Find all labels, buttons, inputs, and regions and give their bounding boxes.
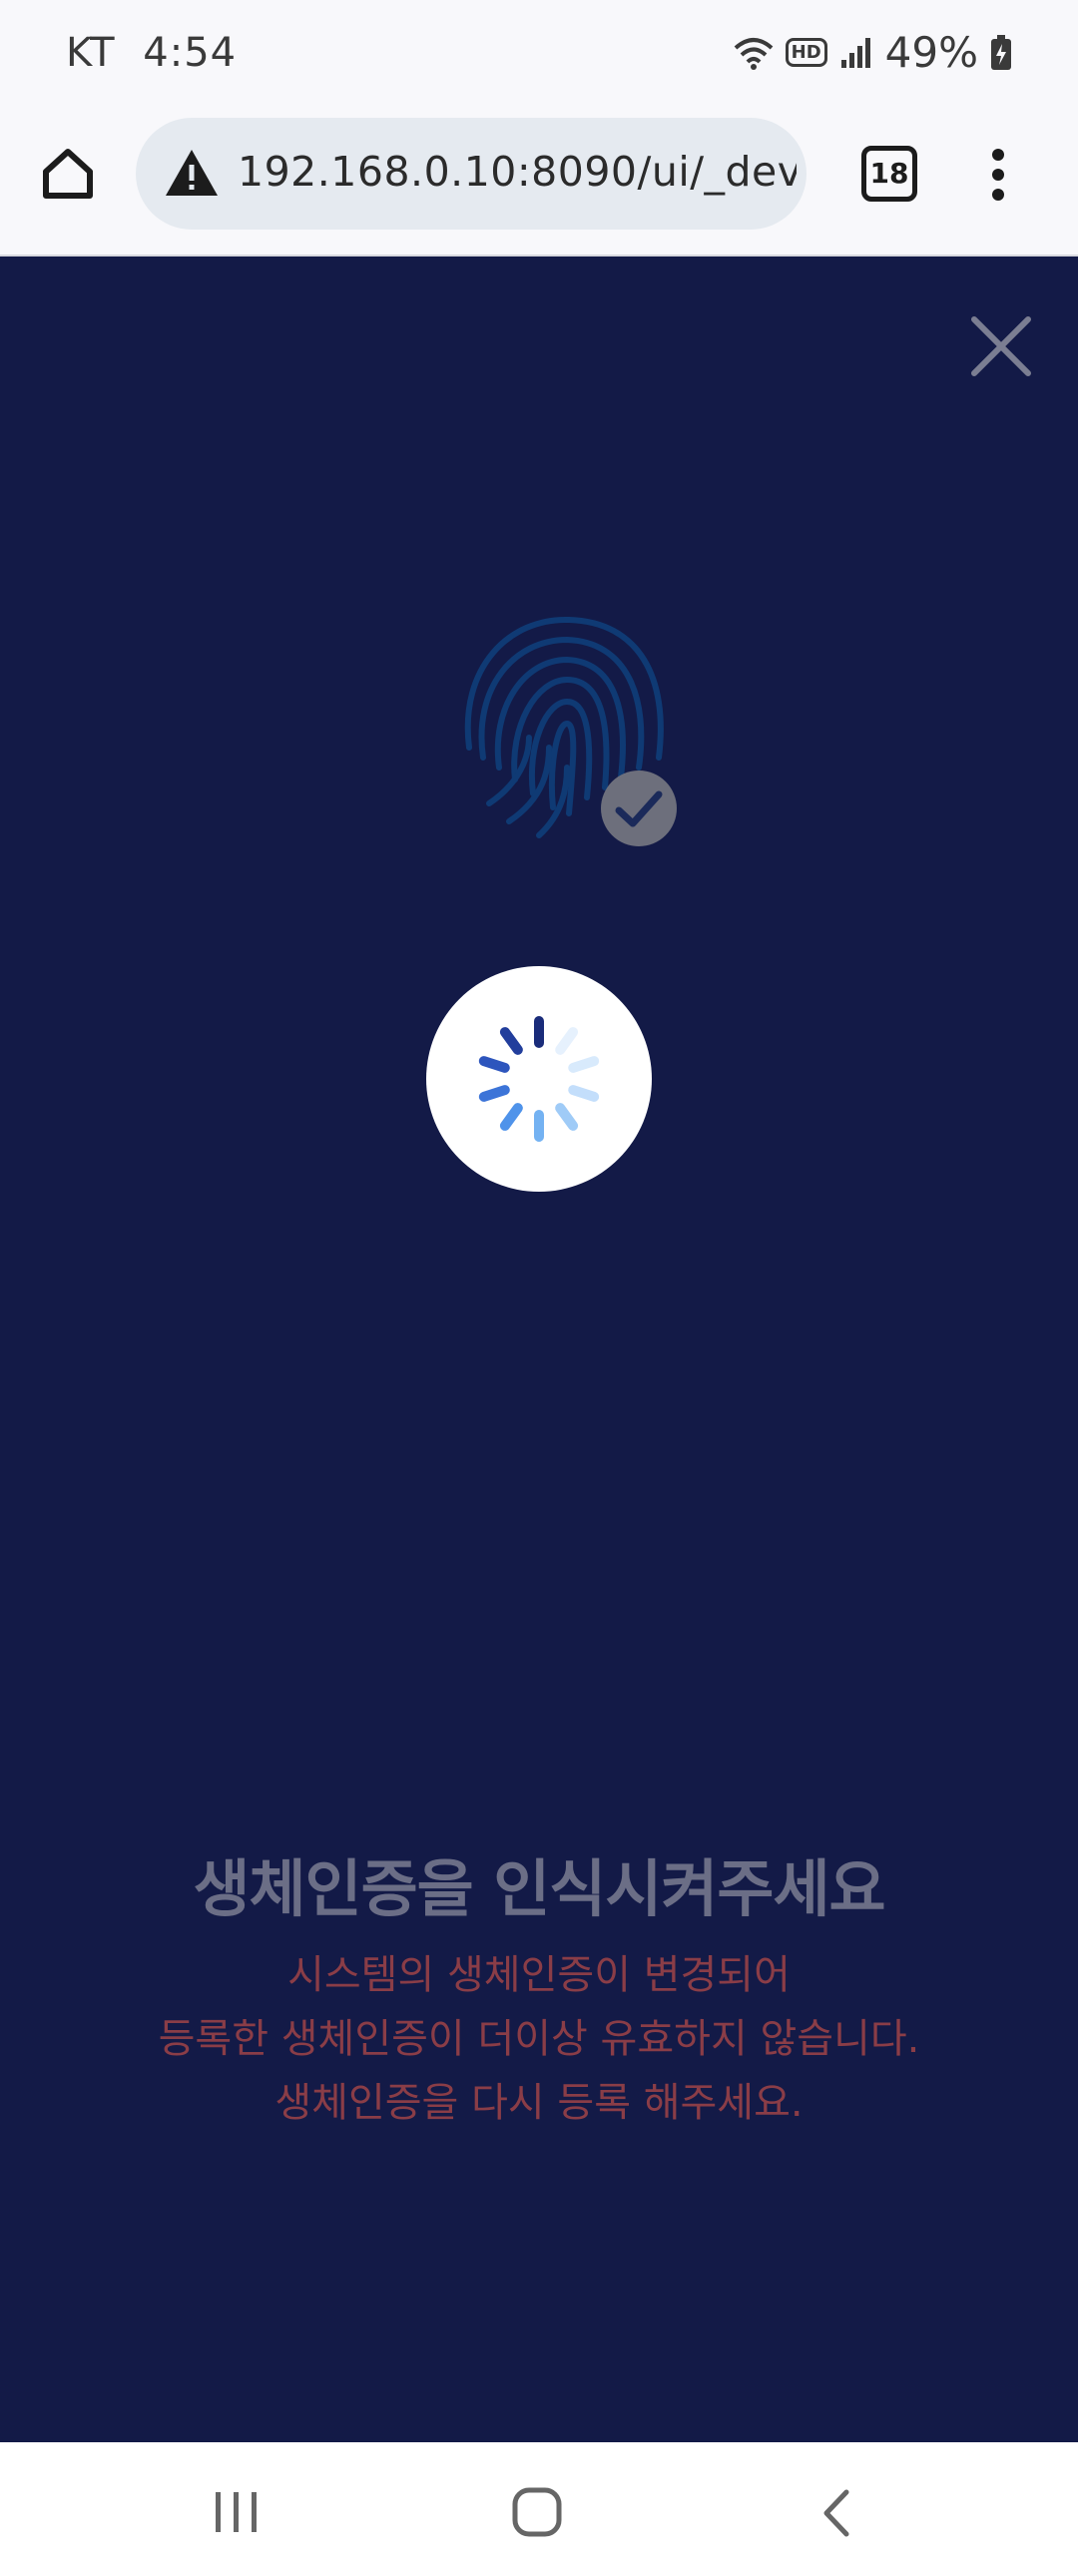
loading-spinner-icon [478,1016,600,1142]
auth-error-message: 시스템의 생체인증이 변경되어 등록한 생체인증이 더이상 유효하지 않습니다.… [0,1943,1078,2135]
more-vert-icon[interactable] [978,144,1018,204]
status-bar: KT 4:54 HD 49% [0,0,1078,110]
loading-indicator [426,966,652,1192]
status-right: HD 49% [734,28,1012,77]
status-left: KT 4:54 [66,30,237,76]
home-icon[interactable] [38,144,98,204]
auth-message-line: 시스템의 생체인증이 변경되어 [287,1952,791,1998]
back-icon[interactable] [816,2488,856,2538]
warning-icon[interactable] [164,148,220,198]
auth-message-line: 등록한 생체인증이 더이상 유효하지 않습니다. [158,2016,920,2062]
hd-badge: HD [785,38,827,67]
recent-apps-icon[interactable] [212,2490,262,2534]
biometric-auth-screen: 생체인증을 인식시켜주세요 시스템의 생체인증이 변경되어 등록한 생체인증이 … [0,257,1078,2442]
url-text[interactable]: 192.168.0.10:8090/ui/_dev/c [238,148,797,202]
close-icon[interactable] [966,311,1036,381]
browser-toolbar: 192.168.0.10:8090/ui/_dev/c 18 [0,110,1078,257]
signal-icon [840,37,870,68]
auth-message-line: 생체인증을 다시 등록 해주세요. [274,2080,804,2126]
battery-charging-icon [991,34,1011,70]
nav-home-icon[interactable] [511,2486,563,2538]
wifi-icon [734,37,773,70]
auth-title: 생체인증을 인식시켜주세요 [193,1852,885,1925]
system-nav-bar [0,2442,1078,2576]
battery-percent: 49% [884,28,978,77]
clock: 4:54 [143,30,238,76]
carrier-label: KT [66,30,116,76]
check-icon [601,771,677,846]
address-bar[interactable]: 192.168.0.10:8090/ui/_dev/c [136,118,807,230]
tab-switcher-button[interactable]: 18 [861,146,917,202]
